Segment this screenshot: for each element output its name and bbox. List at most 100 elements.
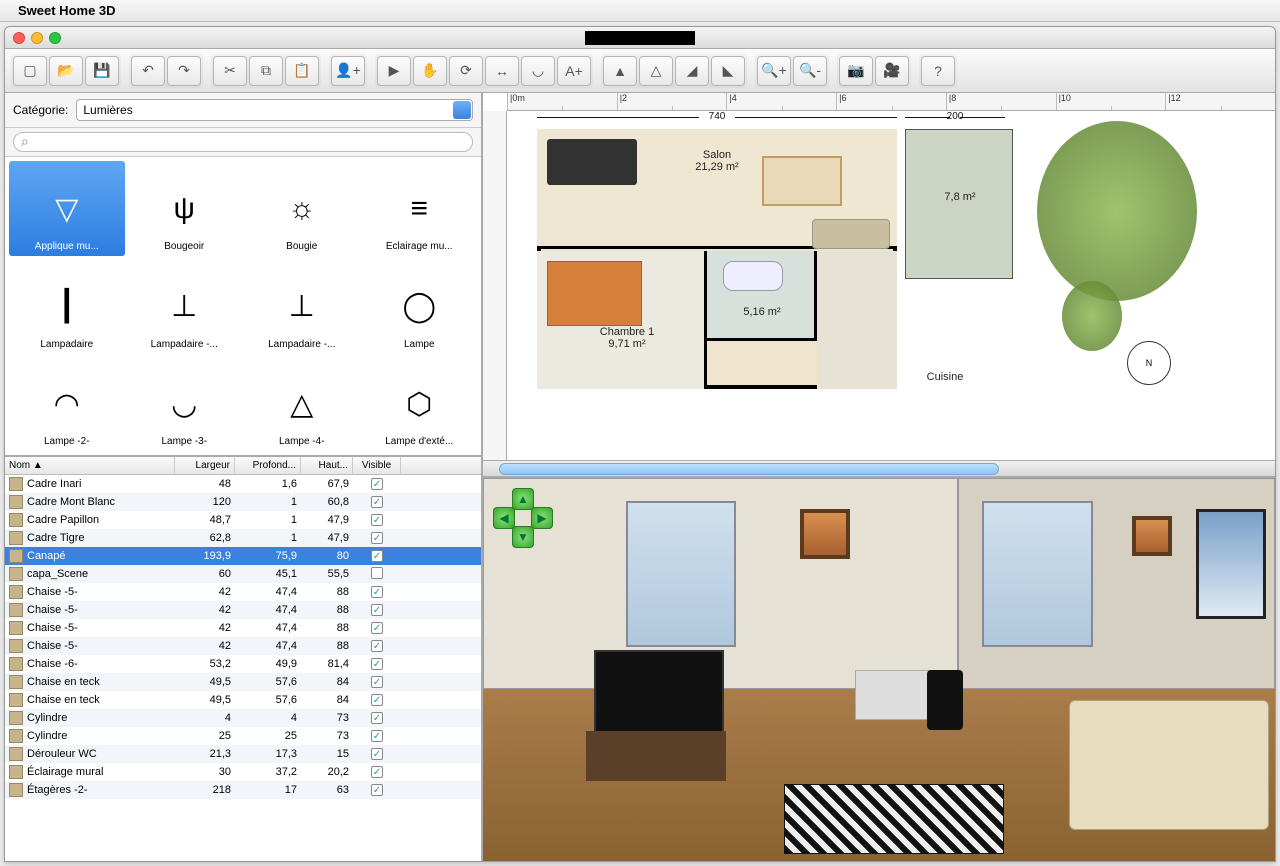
checkbox-icon[interactable] xyxy=(371,567,383,579)
copy-button[interactable]: ⧉ xyxy=(249,56,283,86)
row-visible[interactable]: ✓ xyxy=(353,477,401,492)
scrollbar-thumb[interactable] xyxy=(499,463,999,475)
room-wc[interactable] xyxy=(817,251,897,389)
plan-view[interactable]: |0m|2|4|6|8|10|12 740 200 Salon21,29 m² … xyxy=(483,93,1275,478)
table-row[interactable]: Cylindre4473✓ xyxy=(5,709,481,727)
row-visible[interactable]: ✓ xyxy=(353,657,401,672)
checkbox-icon[interactable]: ✓ xyxy=(371,514,383,526)
paste-button[interactable]: 📋 xyxy=(285,56,319,86)
nav-left-button[interactable]: ◀ xyxy=(493,507,515,529)
row-visible[interactable]: ✓ xyxy=(353,765,401,780)
catalog-item[interactable]: ⊥Lampadaire -... xyxy=(127,258,243,353)
table-row[interactable]: Chaise -5-4247,488✓ xyxy=(5,619,481,637)
checkbox-icon[interactable]: ✓ xyxy=(371,784,383,796)
search-input[interactable] xyxy=(13,132,473,152)
row-visible[interactable]: ✓ xyxy=(353,675,401,690)
save-button[interactable]: 💾 xyxy=(85,56,119,86)
catalog-item[interactable]: ☼Bougie xyxy=(244,161,360,256)
terrace[interactable] xyxy=(905,129,1013,279)
checkbox-icon[interactable]: ✓ xyxy=(371,622,383,634)
photo-button[interactable]: 📷 xyxy=(839,56,873,86)
row-visible[interactable]: ✓ xyxy=(353,747,401,762)
table-row[interactable]: Cadre Tigre62,8147,9✓ xyxy=(5,529,481,547)
checkbox-icon[interactable]: ✓ xyxy=(371,748,383,760)
checkbox-icon[interactable]: ✓ xyxy=(371,694,383,706)
new-button[interactable]: ▢ xyxy=(13,56,47,86)
row-visible[interactable]: ✓ xyxy=(353,621,401,636)
furniture-bed[interactable] xyxy=(547,261,642,326)
catalog-item[interactable]: ≡Éclairage mu... xyxy=(362,161,478,256)
table-row[interactable]: Chaise -5-4247,488✓ xyxy=(5,601,481,619)
checkbox-icon[interactable]: ✓ xyxy=(371,496,383,508)
rotate-button[interactable]: ⟳ xyxy=(449,56,483,86)
close-icon[interactable] xyxy=(13,32,25,44)
minimize-icon[interactable] xyxy=(31,32,43,44)
checkbox-icon[interactable]: ✓ xyxy=(371,550,383,562)
table-row[interactable]: Cadre Inari481,667,9✓ xyxy=(5,475,481,493)
category-select[interactable]: Lumières xyxy=(76,99,473,121)
catalog-item[interactable]: ┃Lampadaire xyxy=(9,258,125,353)
table-row[interactable]: Chaise -5-4247,488✓ xyxy=(5,583,481,601)
checkbox-icon[interactable]: ✓ xyxy=(371,586,383,598)
help-button[interactable]: ? xyxy=(921,56,955,86)
zoom-icon[interactable] xyxy=(49,32,61,44)
col-depth[interactable]: Profond... xyxy=(235,457,301,474)
row-visible[interactable] xyxy=(353,566,401,583)
catalog-item[interactable]: ◡Lampe -3- xyxy=(127,356,243,451)
table-row[interactable]: Dérouleur WC21,317,315✓ xyxy=(5,745,481,763)
table-row[interactable]: Chaise en teck49,557,684✓ xyxy=(5,691,481,709)
text-button[interactable]: A+ xyxy=(557,56,591,86)
row-visible[interactable]: ✓ xyxy=(353,693,401,708)
catalog-item[interactable]: ψBougeoir xyxy=(127,161,243,256)
table-row[interactable]: capa_Scene6045,155,5 xyxy=(5,565,481,583)
cut-button[interactable]: ✂ xyxy=(213,56,247,86)
checkbox-icon[interactable]: ✓ xyxy=(371,766,383,778)
row-visible[interactable]: ✓ xyxy=(353,585,401,600)
table-row[interactable]: Étagères -2-2181763✓ xyxy=(5,781,481,799)
table-row[interactable]: Éclairage mural3037,220,2✓ xyxy=(5,763,481,781)
arc-button[interactable]: ◡ xyxy=(521,56,555,86)
compass-icon[interactable]: N xyxy=(1127,341,1171,385)
furniture-rug[interactable] xyxy=(762,156,842,206)
row-visible[interactable]: ✓ xyxy=(353,603,401,618)
table-row[interactable]: Cadre Mont Blanc120160,8✓ xyxy=(5,493,481,511)
tree[interactable] xyxy=(1037,121,1197,301)
row-visible[interactable]: ✓ xyxy=(353,729,401,744)
catalog-item[interactable]: ◯Lampe xyxy=(362,258,478,353)
catalog-item[interactable]: ▽Applique mu... xyxy=(9,161,125,256)
furniture-table-header[interactable]: Nom ▲ Largeur Profond... Haut... Visible xyxy=(5,457,481,475)
wall-b-button[interactable]: △ xyxy=(639,56,673,86)
nav-up-button[interactable]: ▲ xyxy=(512,488,534,510)
checkbox-icon[interactable]: ✓ xyxy=(371,604,383,616)
wall-a-button[interactable]: ▲ xyxy=(603,56,637,86)
add-furniture-button[interactable]: 👤+ xyxy=(331,56,365,86)
pointer-button[interactable]: ▶ xyxy=(377,56,411,86)
redo-button[interactable]: ↷ xyxy=(167,56,201,86)
row-visible[interactable]: ✓ xyxy=(353,495,401,510)
checkbox-icon[interactable]: ✓ xyxy=(371,478,383,490)
plan-scrollbar[interactable] xyxy=(483,460,1275,476)
furniture-list[interactable]: Cadre Inari481,667,9✓Cadre Mont Blanc120… xyxy=(5,475,481,861)
zoom-out-button[interactable]: 🔍- xyxy=(793,56,827,86)
zoom-in-button[interactable]: 🔍+ xyxy=(757,56,791,86)
checkbox-icon[interactable]: ✓ xyxy=(371,676,383,688)
furniture-sofa[interactable] xyxy=(812,219,890,249)
checkbox-icon[interactable]: ✓ xyxy=(371,712,383,724)
open-button[interactable]: 📂 xyxy=(49,56,83,86)
tree[interactable] xyxy=(1062,281,1122,351)
view-3d[interactable]: ▲ ◀ ▶ ▼ xyxy=(483,478,1275,861)
col-visible[interactable]: Visible xyxy=(353,457,401,474)
row-visible[interactable]: ✓ xyxy=(353,549,401,564)
col-width[interactable]: Largeur xyxy=(175,457,235,474)
catalog-grid[interactable]: ▽Applique mu...ψBougeoir☼Bougie≡Éclairag… xyxy=(5,157,481,457)
table-row[interactable]: Canapé193,975,980✓ xyxy=(5,547,481,565)
row-visible[interactable]: ✓ xyxy=(353,711,401,726)
app-menu-title[interactable]: Sweet Home 3D xyxy=(18,3,116,18)
furniture-table[interactable] xyxy=(547,139,637,185)
table-row[interactable]: Chaise en teck49,557,684✓ xyxy=(5,673,481,691)
checkbox-icon[interactable]: ✓ xyxy=(371,730,383,742)
table-row[interactable]: Chaise -6-53,249,981,4✓ xyxy=(5,655,481,673)
col-name[interactable]: Nom ▲ xyxy=(5,457,175,474)
nav-down-button[interactable]: ▼ xyxy=(512,526,534,548)
nav-right-button[interactable]: ▶ xyxy=(531,507,553,529)
